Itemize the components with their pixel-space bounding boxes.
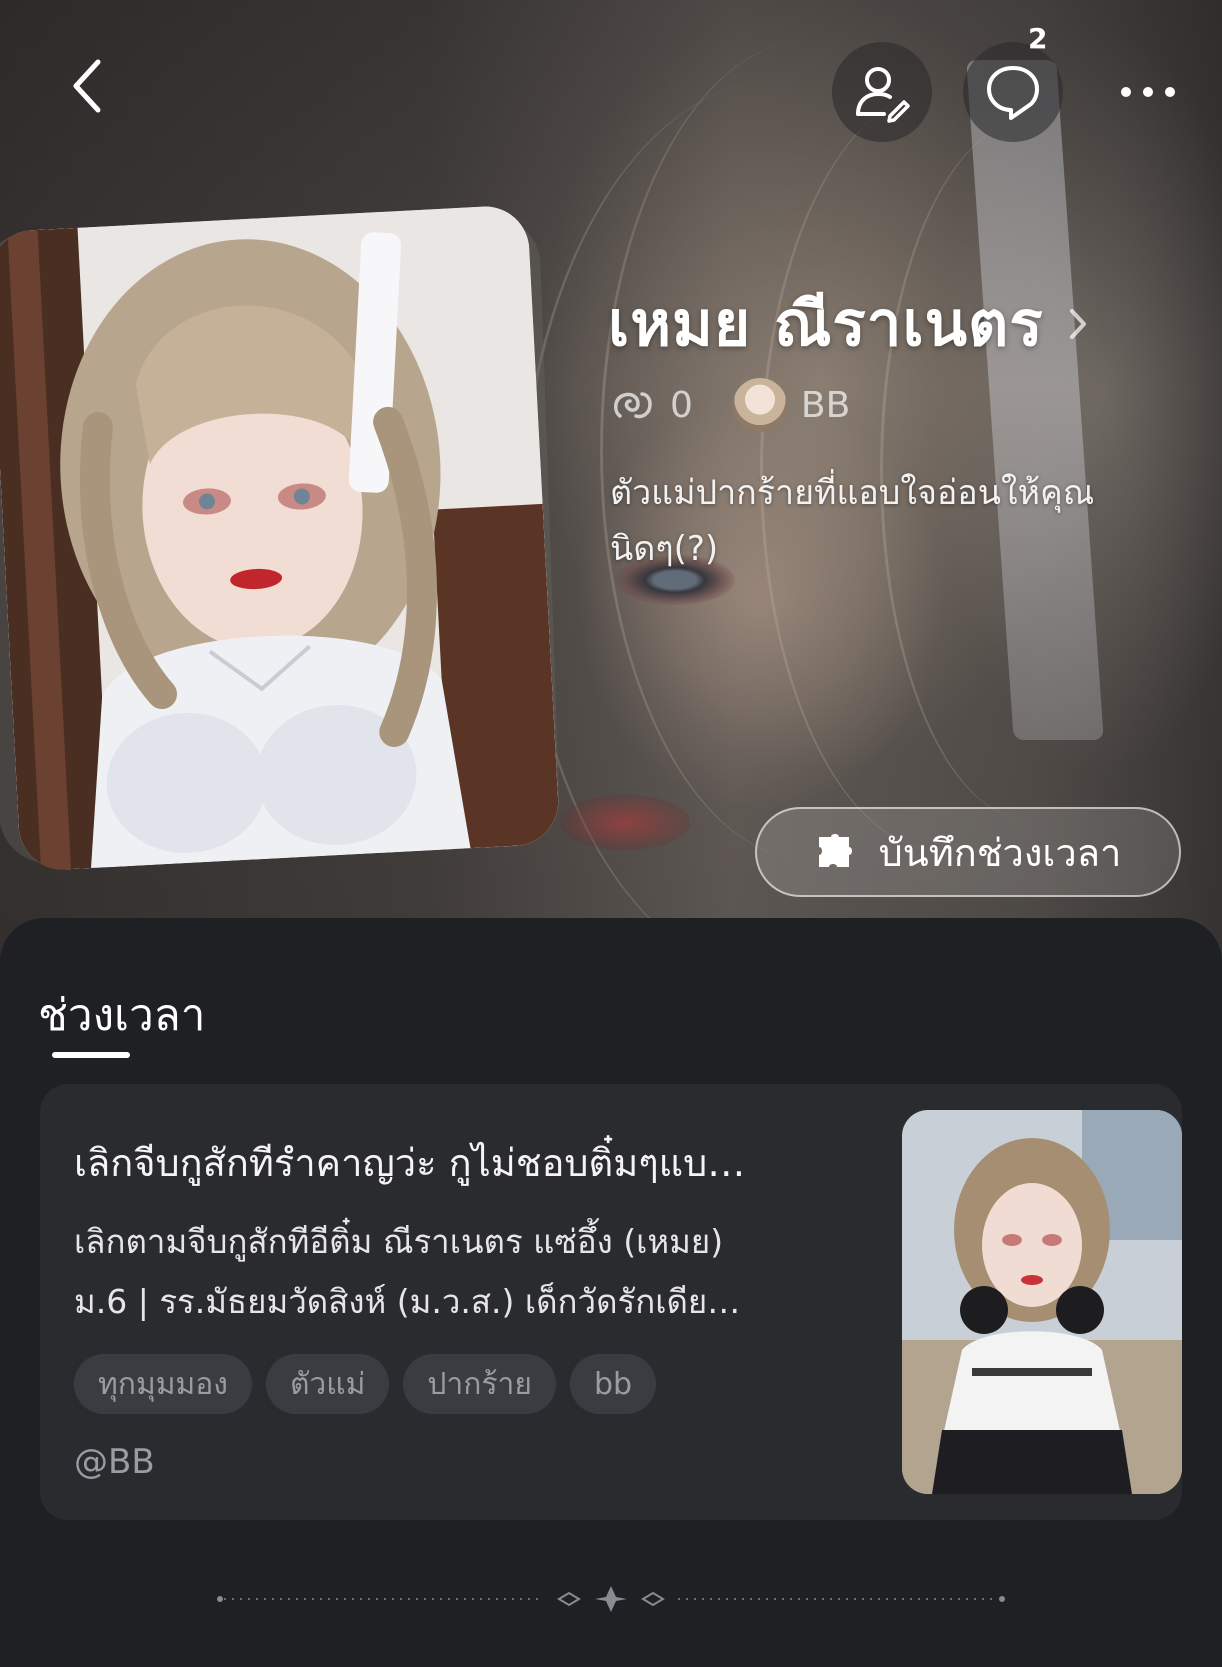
character-meta: 0 BB	[610, 378, 850, 432]
chat-bubble-icon	[987, 66, 1039, 120]
creator-avatar[interactable]	[732, 378, 787, 432]
character-name-row[interactable]: เหมย ณีราเนตร	[608, 275, 1088, 373]
edit-profile-button[interactable]	[832, 42, 932, 142]
moments-sheet: ช่วงเวลา เลิกจีบกูสักทีรำคาญว่ะ กูไม่ชอบ…	[0, 918, 1222, 1667]
back-button[interactable]	[56, 56, 116, 116]
moment-description: เลิกตามจีบกูสักทีอีติ๋ม ณีราเนตร แซ่อึ้ง…	[74, 1212, 904, 1332]
creator-name[interactable]: BB	[801, 385, 850, 426]
character-description: ตัวแม่ปากร้ายที่แอบใจอ่อนให้คุณนิดๆ(?)	[610, 473, 1095, 569]
footer-divider-ornament	[217, 1586, 1005, 1612]
tab-moments[interactable]: ช่วงเวลา	[38, 980, 205, 1050]
moment-description-line: ม.6 | รร.มัธยมวัดสิงห์ (ม.ว.ส.) เด็กวัดร…	[74, 1282, 741, 1321]
tag-chip[interactable]: ปากร้าย	[403, 1354, 556, 1414]
moment-card[interactable]: เลิกจีบกูสักทีรำคาญว่ะ กูไม่ชอบติ๋มๆแบ… …	[40, 1084, 1182, 1520]
moment-description-line: เลิกตามจีบกูสักทีอีติ๋ม ณีราเนตร แซ่อึ้ง…	[74, 1222, 724, 1261]
tag-chip[interactable]: ตัวแม่	[265, 1354, 390, 1414]
user-edit-icon	[856, 67, 910, 123]
tag-chip[interactable]: ทุกมุมมอง	[74, 1354, 252, 1414]
more-button[interactable]	[1108, 62, 1188, 122]
moment-author[interactable]: @BB	[74, 1442, 155, 1482]
chat-badge: 2	[1028, 22, 1048, 55]
character-name: เหมย ณีราเนตร	[608, 287, 1044, 360]
chat-button[interactable]	[963, 42, 1063, 142]
save-moment-button[interactable]: บันทึกช่วงเวลา	[755, 807, 1181, 897]
character-profile-screen: 2 เหมย ณีราเนตร 0 BB ตัวแม่ปากร้ายที่แอบ…	[0, 0, 1222, 1667]
puzzle-icon	[818, 834, 852, 867]
moment-thumbnail	[902, 1110, 1182, 1494]
tag-chip[interactable]: bb	[569, 1354, 657, 1414]
save-moment-label: บันทึกช่วงเวลา	[878, 830, 1122, 875]
character-avatar-image[interactable]	[0, 204, 561, 872]
tab-indicator	[52, 1052, 130, 1058]
chevron-left-icon	[73, 59, 101, 113]
chevron-right-icon	[1069, 309, 1086, 339]
chat-count-icon	[614, 392, 652, 419]
moment-tags: ทุกมุมมอง ตัวแม่ ปากร้าย bb	[74, 1354, 657, 1414]
chat-count: 0	[670, 384, 693, 426]
more-horizontal-icon	[1121, 87, 1175, 97]
moment-title: เลิกจีบกูสักทีรำคาญว่ะ กูไม่ชอบติ๋มๆแบ…	[74, 1141, 746, 1185]
